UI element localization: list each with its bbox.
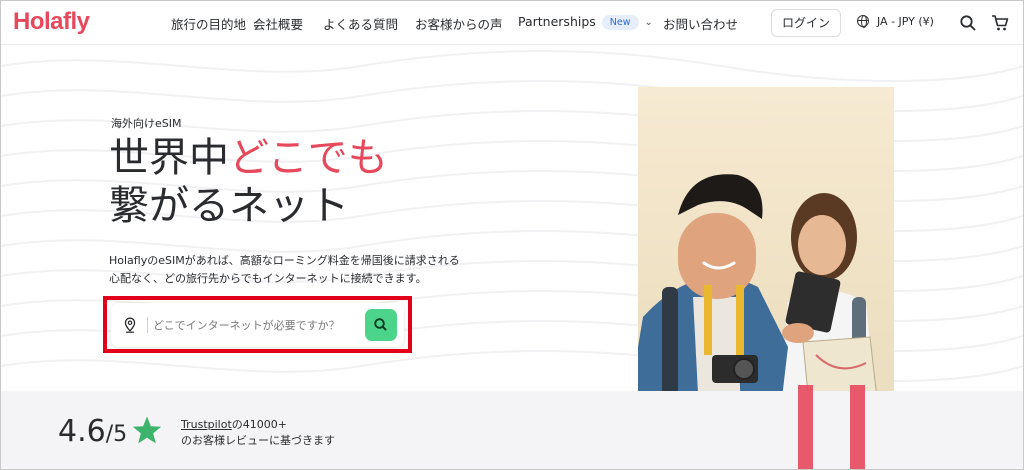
decorative-brand-bars	[798, 385, 865, 469]
destination-search-input[interactable]	[153, 314, 353, 336]
location-pin-icon	[124, 317, 136, 333]
star-icon	[132, 416, 162, 444]
headline-line2: 繋がるネット	[109, 183, 349, 229]
hero-headline: 世界中どこでも 繋がるネット	[109, 134, 388, 230]
headline-part1: 世界中	[109, 135, 229, 181]
new-badge: New	[601, 15, 639, 30]
rating-value: 4.6	[58, 414, 106, 449]
nav-destinations-label: 旅行の目的地	[171, 17, 247, 32]
search-divider	[147, 317, 148, 333]
language-label: JA - JPY (¥)	[877, 15, 934, 28]
hero-description: HolaflyのeSIMがあれば、高額なローミング料金を帰国後に請求される心配な…	[109, 254, 460, 285]
nav-partnerships-label: Partnerships	[518, 14, 596, 29]
destination-search[interactable]	[111, 303, 404, 347]
search-icon	[374, 318, 387, 331]
reviews-caption: のお客様レビューに基づきます	[181, 434, 335, 447]
hero-travelers-photo	[638, 87, 894, 432]
hero-eyebrow: 海外向けeSIM	[111, 117, 182, 130]
holafly-logo[interactable]: Holafly	[13, 8, 90, 36]
chevron-down-icon: ⌄	[644, 17, 653, 28]
rating-score: 4.6/5	[58, 414, 127, 449]
globe-icon	[857, 15, 869, 28]
nav-testimonials[interactable]: お客様からの声	[415, 14, 503, 33]
site-header: Holafly 旅行の目的地 ⌄ 会社概要 よくある質問 お客様からの声 Part…	[1, 1, 1023, 45]
nav-partnerships[interactable]: Partnerships New ⌄	[518, 14, 653, 31]
nav-about[interactable]: 会社概要	[253, 14, 303, 33]
login-button[interactable]: ログイン	[771, 9, 841, 37]
reviews-count: の41000+	[231, 418, 287, 431]
nav-destinations[interactable]: 旅行の目的地 ⌄	[171, 14, 260, 33]
nav-contact[interactable]: お問い合わせ	[663, 14, 738, 33]
search-icon[interactable]	[958, 13, 978, 33]
trustpilot-link[interactable]: Trustpilot	[181, 418, 232, 431]
cart-icon[interactable]	[990, 13, 1010, 33]
rating-scale: /5	[105, 422, 128, 447]
headline-accent: どこでも	[229, 135, 388, 181]
travelers-illustration	[638, 174, 879, 432]
page-frame: Holafly 旅行の目的地 ⌄ 会社概要 よくある質問 お客様からの声 Part…	[0, 0, 1024, 470]
trustpilot-line: Trustpilotの41000+	[181, 416, 287, 432]
language-selector[interactable]: JA - JPY (¥)	[857, 15, 934, 28]
search-submit-button[interactable]	[365, 309, 397, 341]
nav-faq[interactable]: よくある質問	[323, 14, 398, 33]
